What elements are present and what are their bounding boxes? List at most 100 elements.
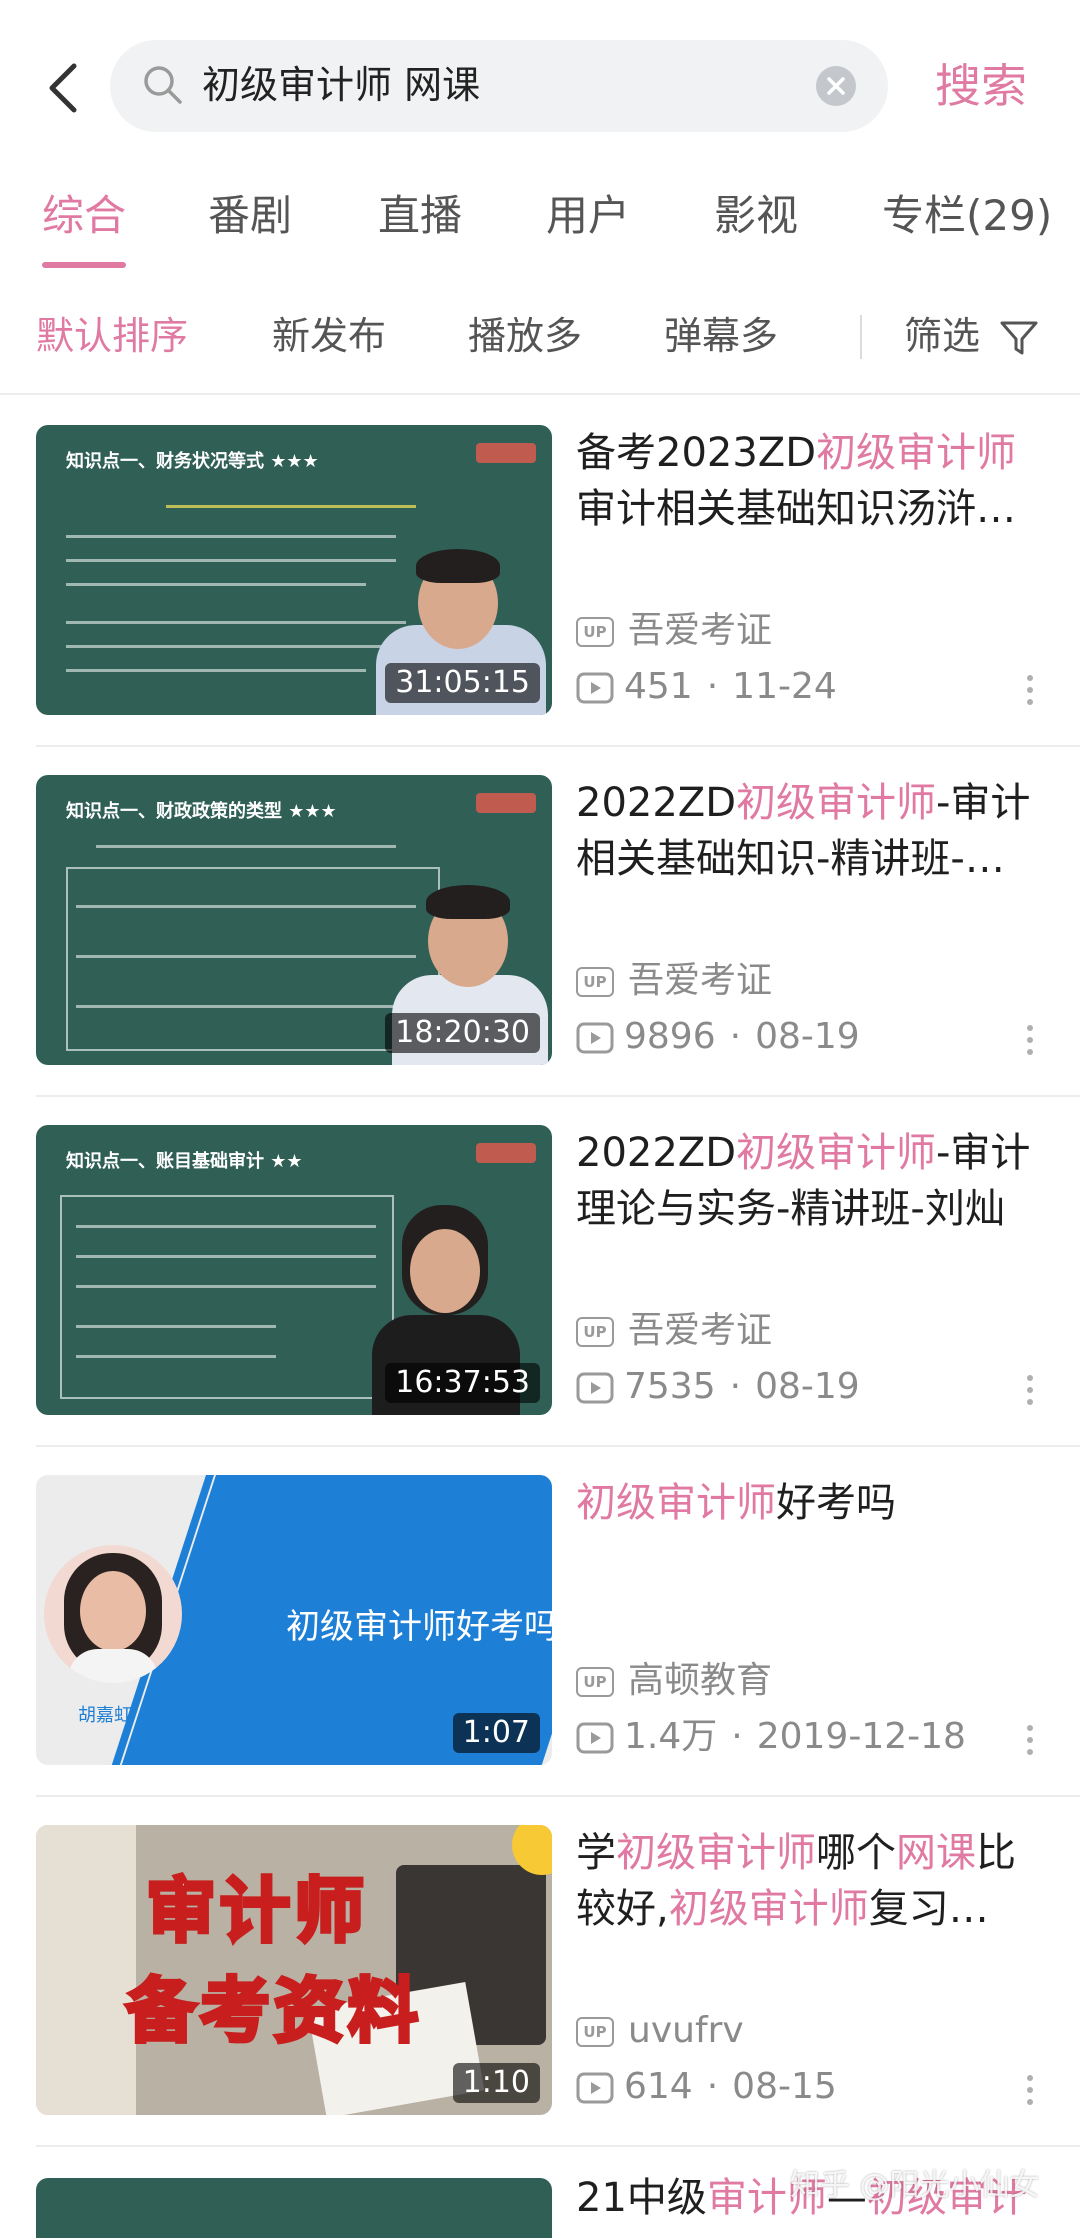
tab-movies[interactable]: 影视 — [714, 190, 798, 242]
tab-users[interactable]: 用户 — [546, 190, 630, 242]
uploader-name: 高顿教育 — [628, 1660, 773, 1701]
duration-badge: 1:07 — [452, 1713, 540, 1753]
keyword-highlight: 初级审计师 — [816, 430, 1016, 476]
search-box[interactable]: 初级审计师 网课 — [110, 40, 888, 132]
tab-anime[interactable]: 番剧 — [208, 190, 292, 242]
search-button[interactable]: 搜索 — [935, 58, 1027, 114]
video-thumbnail[interactable]: 审计师 备考资料 1:10 — [36, 1825, 552, 2115]
sort-most-danmaku[interactable]: 弹幕多 — [664, 311, 778, 361]
tab-live[interactable]: 直播 — [378, 190, 462, 242]
video-result[interactable]: 审计师 备考资料 1:10 学初级审计师哪个网课比 较好,初级审计师复习… UP… — [0, 1795, 1080, 2145]
top-bar: 初级审计师 网课 搜索 — [0, 0, 1080, 190]
active-tab-indicator — [42, 262, 126, 268]
uploader-name: 吾爱考证 — [628, 610, 773, 651]
sort-bar: 默认排序 新发布 播放多 弹幕多 筛选 — [0, 305, 1080, 375]
video-title[interactable]: 2022ZD初级审计师-审计 相关基础知识-精讲班-… — [576, 775, 1046, 887]
uploader-row[interactable]: UP uvufrv — [576, 2009, 744, 2053]
cover-text: 审计师 — [144, 1868, 368, 1954]
more-options-icon[interactable] — [1024, 2075, 1036, 2111]
duration-badge: 31:05:15 — [385, 663, 540, 703]
watermark: 知乎 @阳光小仙女 — [790, 2168, 1040, 2203]
keyword-highlight: 初级审计师 — [736, 780, 936, 826]
sort-default[interactable]: 默认排序 — [36, 311, 188, 361]
video-thumbnail[interactable]: 知识点一、账目基础审计 ★★ 16:37:53 — [36, 1125, 552, 1415]
uploader-name: 吾爱考证 — [628, 1310, 773, 1351]
avatar — [44, 1545, 182, 1683]
publish-date: 11-24 — [732, 666, 837, 707]
more-options-icon[interactable] — [1024, 1375, 1036, 1411]
uploader-row[interactable]: UP 吾爱考证 — [576, 959, 772, 1003]
sort-newest[interactable]: 新发布 — [272, 311, 386, 361]
publish-date: 08-19 — [755, 1016, 860, 1057]
title-text: 比 — [976, 1830, 1016, 1876]
video-title[interactable]: 学初级审计师哪个网课比 较好,初级审计师复习… — [576, 1825, 1046, 1937]
keyword-highlight: 初级审计师 — [668, 1886, 869, 1932]
title-text: 2022ZD — [576, 1130, 736, 1176]
tab-articles[interactable]: 专栏(29) — [882, 190, 1052, 242]
cover-text: 备考资料 — [124, 1968, 422, 2054]
logo — [476, 1143, 536, 1163]
search-input[interactable]: 初级审计师 网课 — [202, 62, 480, 108]
title-text: 审计相关基础知识汤浒… — [576, 486, 1016, 532]
stats-row: 7535 · 08-19 — [576, 1365, 860, 1409]
title-text: 好考吗 — [776, 1480, 896, 1526]
keyword-highlight: 初级审计师 — [736, 1130, 936, 1176]
title-text: 较好, — [576, 1886, 669, 1932]
presenter-name: 胡嘉虹 — [78, 1705, 132, 1726]
title-text: 复习… — [868, 1886, 989, 1932]
up-icon: UP — [576, 967, 614, 997]
keyword-highlight: 初级审计师 — [576, 1480, 776, 1526]
play-count: 9896 — [624, 1016, 716, 1057]
play-count-icon — [576, 672, 614, 704]
video-title[interactable]: 备考2023ZD初级审计师 审计相关基础知识汤浒… — [576, 425, 1046, 537]
title-text: -审计 — [936, 780, 1031, 826]
category-tabs: 综合 番剧 直播 用户 影视 专栏(29) — [0, 190, 1080, 280]
up-icon: UP — [576, 617, 614, 647]
title-text: -审计 — [936, 1130, 1031, 1176]
filter-button[interactable]: 筛选 — [904, 311, 980, 361]
title-text: 备考2023ZD — [576, 430, 816, 476]
slide-heading: 知识点一、账目基础审计 ★★ — [66, 1151, 303, 1172]
video-thumbnail[interactable]: 知识点一、财务状况等式 ★★★ 31:05:15 — [36, 425, 552, 715]
video-thumbnail[interactable] — [36, 2178, 552, 2238]
title-text: 理论与实务-精讲班-刘灿 — [576, 1186, 1005, 1232]
clear-icon[interactable] — [816, 66, 856, 106]
up-icon: UP — [576, 1317, 614, 1347]
video-title[interactable]: 初级审计师好考吗 — [576, 1475, 1046, 1531]
uploader-row[interactable]: UP 高顿教育 — [576, 1659, 772, 1703]
more-options-icon[interactable] — [1024, 675, 1036, 711]
divider — [36, 2145, 1080, 2147]
sort-most-played[interactable]: 播放多 — [468, 311, 582, 361]
more-options-icon[interactable] — [1024, 1725, 1036, 1761]
video-result[interactable]: 知识点一、账目基础审计 ★★ 16:37:53 2022ZD初级审计师-审计 理… — [0, 1095, 1080, 1445]
uploader-row[interactable]: UP 吾爱考证 — [576, 1309, 772, 1353]
keyword-highlight: 初级审计师 — [616, 1830, 816, 1876]
uploader-row[interactable]: UP 吾爱考证 — [576, 609, 772, 653]
up-icon: UP — [576, 2017, 614, 2047]
logo — [476, 443, 536, 463]
publish-date: 08-15 — [732, 2066, 837, 2107]
more-options-icon[interactable] — [1024, 1025, 1036, 1061]
duration-badge: 16:37:53 — [385, 1363, 540, 1403]
logo — [476, 793, 536, 813]
title-text: 相关基础知识-精讲班-… — [576, 836, 1005, 882]
video-result[interactable]: 初级审计师好考吗 胡嘉虹 1:07 初级审计师好考吗 UP 高顿教育 1.4万 · 2… — [0, 1445, 1080, 1795]
duration-badge: 18:20:30 — [385, 1013, 540, 1053]
play-count-icon — [576, 2072, 614, 2104]
video-thumbnail[interactable]: 知识点一、财政政策的类型 ★★★ 18:20:30 — [36, 775, 552, 1065]
play-count: 7535 — [624, 1366, 716, 1407]
title-text: 2022ZD — [576, 780, 736, 826]
tab-all[interactable]: 综合 — [42, 190, 126, 242]
duration-badge: 1:10 — [452, 2063, 540, 2103]
video-result[interactable]: 知识点一、财务状况等式 ★★★ 31:05:15 备考2023ZD初级审计师 审… — [0, 395, 1080, 745]
publish-date: 08-19 — [755, 1366, 860, 1407]
video-thumbnail[interactable]: 初级审计师好考吗 胡嘉虹 1:07 — [36, 1475, 552, 1765]
back-arrow-icon[interactable] — [40, 58, 90, 118]
stats-row: 614 · 08-15 — [576, 2065, 837, 2109]
stats-row: 9896 · 08-19 — [576, 1015, 860, 1059]
video-result[interactable]: 知识点一、财政政策的类型 ★★★ 18:20:30 2022ZD初级审计师-审计… — [0, 745, 1080, 1095]
video-title[interactable]: 2022ZD初级审计师-审计 理论与实务-精讲班-刘灿 — [576, 1125, 1046, 1237]
filter-icon[interactable] — [998, 317, 1040, 359]
keyword-highlight: 网课 — [896, 1830, 976, 1876]
stats-row: 451 · 11-24 — [576, 665, 837, 709]
